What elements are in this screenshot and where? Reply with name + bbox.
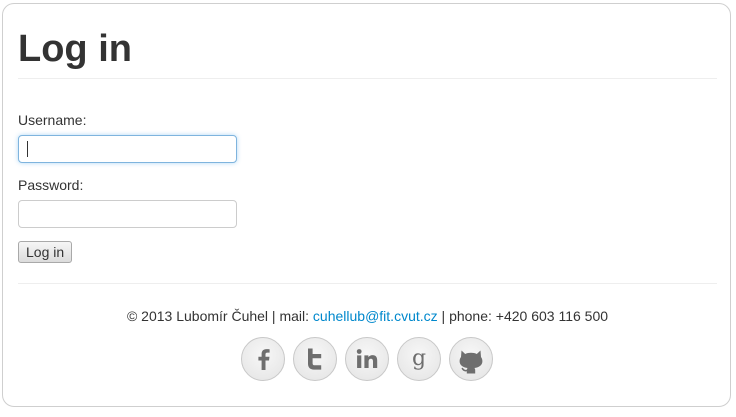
- linkedin-icon: [356, 349, 378, 368]
- email-link[interactable]: cuhellub@fit.cvut.cz: [313, 308, 438, 324]
- facebook-icon: [258, 349, 270, 370]
- github-icon: [459, 350, 483, 374]
- login-panel: Log in Username: Password: Log in © 2013…: [2, 3, 731, 407]
- login-button[interactable]: Log in: [18, 241, 73, 263]
- linkedin-button[interactable]: [345, 337, 389, 381]
- twitter-icon: [308, 348, 322, 370]
- password-input[interactable]: [18, 200, 237, 228]
- google-button[interactable]: g: [397, 337, 441, 381]
- footer-divider: [18, 283, 717, 284]
- footer-separator: |: [437, 308, 450, 324]
- password-label: Password:: [18, 177, 84, 193]
- google-icon: g: [412, 346, 426, 371]
- social-links: g: [241, 337, 501, 383]
- username-label: Username:: [18, 112, 87, 128]
- github-button[interactable]: [449, 337, 493, 381]
- page-title: Log in: [18, 28, 132, 70]
- phone-text: phone: +420 603 116 500: [449, 308, 609, 324]
- mail-prefix: mail:: [279, 308, 313, 324]
- footer-separator: |: [268, 308, 280, 324]
- footer-contact: © 2013 Lubomír Čuhel | mail: cuhellub@fi…: [3, 307, 732, 325]
- title-divider: [18, 78, 717, 79]
- text-caret: [27, 141, 28, 157]
- username-input[interactable]: [18, 135, 237, 163]
- copyright-text: © 2013 Lubomír Čuhel: [126, 308, 269, 324]
- svg-text:g: g: [412, 346, 426, 371]
- twitter-button[interactable]: [293, 337, 337, 381]
- facebook-button[interactable]: [241, 337, 285, 381]
